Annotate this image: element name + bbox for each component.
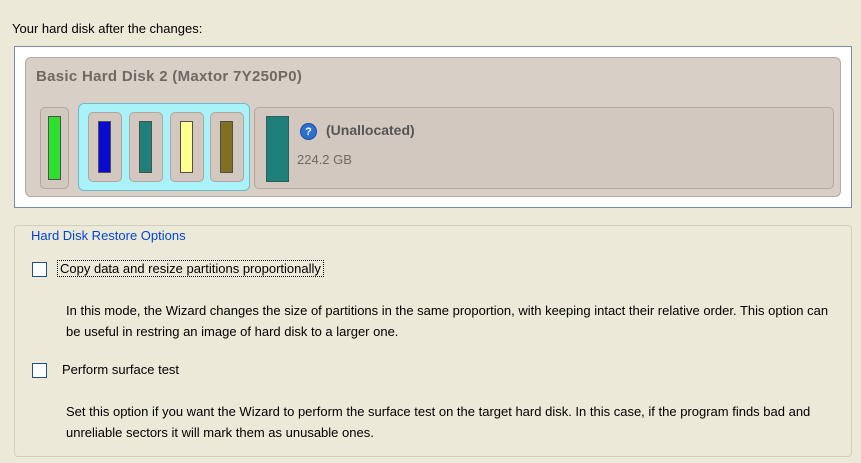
partition-bar-3 <box>139 121 152 173</box>
surface-test-description: Set this option if you want the Wizard t… <box>66 404 811 440</box>
partition-bar-1 <box>48 116 61 180</box>
unallocated-size: 224.2 GB <box>297 152 352 167</box>
preview-heading: Your hard disk after the changes: <box>12 21 203 36</box>
partition-slot-4[interactable] <box>170 112 204 182</box>
partition-bar-4 <box>180 121 193 173</box>
hard-disk-map: Basic Hard Disk 2 (Maxtor 7Y250P0) ? (Un… <box>25 57 841 197</box>
copy-resize-label[interactable]: Copy data and resize partitions proporti… <box>57 260 324 277</box>
extended-partition-group[interactable] <box>78 103 250 191</box>
copy-resize-checkbox[interactable] <box>32 262 47 277</box>
surface-test-checkbox[interactable] <box>32 363 47 378</box>
partition-slot-3[interactable] <box>129 112 163 182</box>
help-icon: ? <box>300 123 317 140</box>
unallocated-label: (Unallocated) <box>326 122 415 138</box>
disk-preview-panel: Basic Hard Disk 2 (Maxtor 7Y250P0) ? (Un… <box>14 46 852 208</box>
restore-options-legend: Hard Disk Restore Options <box>28 228 189 243</box>
unallocated-space[interactable]: ? (Unallocated) 224.2 GB <box>254 107 834 189</box>
unallocated-bar <box>266 116 289 182</box>
partition-slot-5[interactable] <box>210 112 244 182</box>
partition-bar-5 <box>220 121 233 173</box>
copy-resize-description: In this mode, the Wizard changes the siz… <box>66 303 829 339</box>
partition-slot-2[interactable] <box>88 112 122 182</box>
partition-slot-1[interactable] <box>40 107 69 189</box>
disk-title: Basic Hard Disk 2 (Maxtor 7Y250P0) <box>36 68 303 85</box>
surface-test-label[interactable]: Perform surface test <box>62 362 179 377</box>
partition-bar-2 <box>98 121 111 173</box>
